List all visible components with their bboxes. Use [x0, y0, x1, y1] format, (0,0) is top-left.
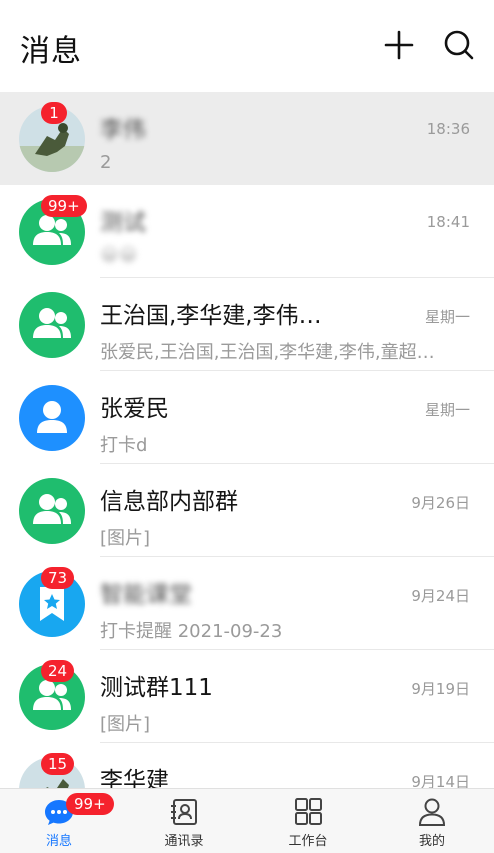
- conversation-preview: [图片]: [100, 528, 151, 549]
- avatar: [19, 478, 85, 544]
- tab-badge: 99+: [66, 793, 114, 815]
- search-icon: [444, 30, 474, 60]
- group-icon: [33, 308, 71, 338]
- conversation-time: 9月26日: [411, 494, 470, 512]
- page-title: 消息: [20, 34, 82, 69]
- tab-label: 工作台: [288, 834, 328, 849]
- conversation-title: 测试: [100, 210, 146, 236]
- unread-badge: 15: [41, 753, 75, 775]
- person-icon: [37, 401, 67, 433]
- grid-icon: [295, 798, 322, 825]
- avatar: 99+: [19, 195, 87, 265]
- add-button[interactable]: [382, 28, 416, 62]
- plus-icon: [384, 30, 414, 60]
- conversation-preview: 张爱民,王治国,王治国,李华建,李伟,童超…: [100, 342, 435, 363]
- avatar: 73: [19, 567, 85, 637]
- conversation-title: 李伟: [100, 117, 146, 143]
- tab-me[interactable]: 我的: [383, 789, 481, 853]
- conversation-preview: 打卡d: [100, 435, 148, 456]
- conversation-preview: 打卡提醒 2021-09-23: [100, 621, 283, 642]
- conversation-title: 智能课堂: [100, 582, 192, 608]
- avatar: 24: [19, 660, 85, 730]
- unread-badge: 99+: [41, 195, 87, 217]
- search-button[interactable]: [442, 28, 476, 62]
- header: 消息: [0, 0, 494, 92]
- conversation-row[interactable]: 73 智能课堂 9月24日 打卡提醒 2021-09-23: [0, 557, 494, 650]
- contacts-icon: [171, 799, 197, 825]
- unread-badge: 24: [41, 660, 75, 682]
- conversation-time: 星期一: [424, 308, 470, 326]
- conversation-preview: 😀😀: [100, 245, 138, 266]
- conversation-preview: 2: [100, 152, 112, 173]
- tab-contacts[interactable]: 通讯录: [135, 789, 233, 853]
- conversation-time: 18:41: [426, 213, 470, 231]
- conversation-title: 张爱民: [100, 396, 169, 422]
- conversation-title: 信息部内部群: [100, 489, 238, 515]
- conversation-time: 9月19日: [411, 680, 470, 698]
- conversation-row[interactable]: 王治国,李华建,李伟… 星期一 张爱民,王治国,王治国,李华建,李伟,童超…: [0, 278, 494, 371]
- conversation-row[interactable]: 99+ 测试 18:41 😀😀: [0, 185, 494, 278]
- unread-badge: 1: [41, 102, 67, 124]
- conversation-time: 9月24日: [411, 587, 470, 605]
- tab-label: 我的: [418, 834, 445, 849]
- conversation-list: 1 李伟 18:36 2 99+ 测试 18:41 �: [0, 92, 494, 836]
- conversation-title: 王治国,李华建,李伟…: [100, 303, 322, 329]
- messages-screen: 消息 1 李伟 18:36 2 99+ 测试 18:41 😀😀 王治国,李华建,…: [0, 0, 494, 853]
- avatar: 1: [19, 102, 85, 172]
- conversation-row[interactable]: 24 测试群111 9月19日 [图片]: [0, 650, 494, 743]
- unread-badge: 73: [41, 567, 75, 589]
- avatar: [19, 292, 85, 358]
- conversation-title: 测试群111: [100, 675, 213, 701]
- conversation-time: 18:36: [426, 120, 470, 138]
- avatar: [19, 385, 85, 451]
- tab-label: 通讯录: [164, 834, 204, 849]
- conversation-preview: [图片]: [100, 714, 151, 735]
- conversation-row[interactable]: 张爱民 星期一 打卡d: [0, 371, 494, 464]
- group-icon: [33, 494, 71, 524]
- tab-workbench[interactable]: 工作台: [259, 789, 357, 853]
- profile-icon: [418, 798, 446, 826]
- tab-bar: 99+ 消息 通讯录 工作台 我的: [0, 788, 494, 853]
- tab-label: 消息: [45, 834, 72, 849]
- conversation-row[interactable]: 1 李伟 18:36 2: [0, 92, 494, 185]
- conversation-time: 星期一: [424, 401, 470, 419]
- conversation-row[interactable]: 信息部内部群 9月26日 [图片]: [0, 464, 494, 557]
- tab-messages[interactable]: 99+ 消息: [10, 789, 114, 853]
